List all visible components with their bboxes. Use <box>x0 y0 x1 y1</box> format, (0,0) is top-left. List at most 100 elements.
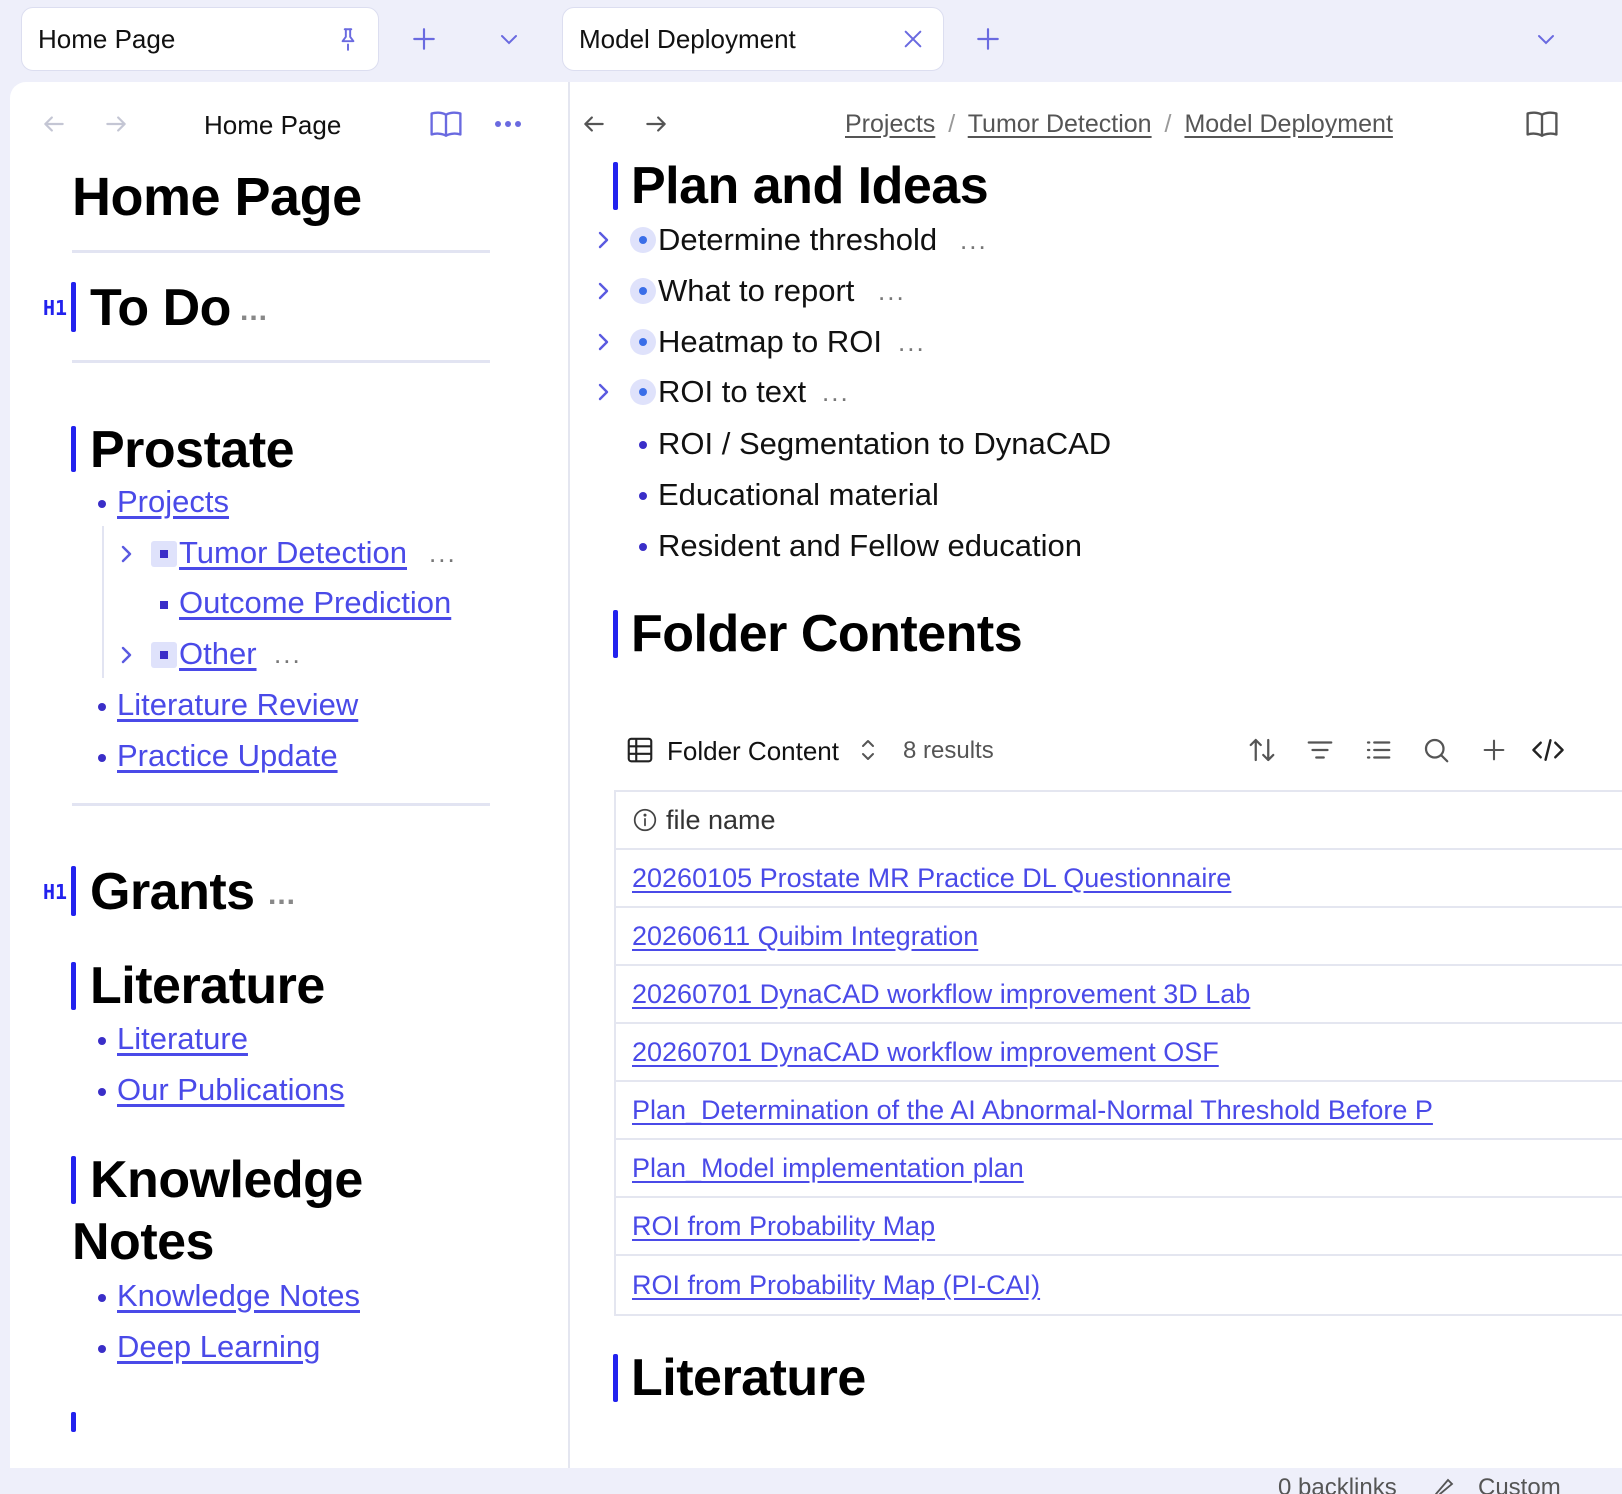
pane-title: Home Page <box>204 110 342 140</box>
link-literature[interactable]: Literature <box>117 1021 248 1057</box>
file-link[interactable]: Plan_Determination of the AI Abnormal-No… <box>632 1095 1433 1126</box>
collapsed-indicator[interactable]: ... <box>878 276 906 307</box>
expand-chevron-icon[interactable] <box>591 279 615 303</box>
pin-icon[interactable] <box>334 25 362 53</box>
back-arrow-icon[interactable] <box>574 104 614 144</box>
file-link[interactable]: ROI from Probability Map <box>632 1211 935 1242</box>
table-view-icon[interactable] <box>622 732 658 768</box>
expand-chevron-icon[interactable] <box>591 330 615 354</box>
list-bullet <box>98 703 106 711</box>
tab-model-deployment[interactable]: Model Deployment <box>562 7 944 71</box>
tab-home-page[interactable]: Home Page <box>21 7 379 71</box>
list-bullet <box>98 1088 106 1096</box>
info-icon <box>633 808 657 832</box>
add-plus-icon[interactable] <box>1476 732 1512 768</box>
link-our-publications[interactable]: Our Publications <box>117 1072 344 1108</box>
collapsed-indicator[interactable]: ... <box>240 294 268 328</box>
tab-list-chevron-icon[interactable] <box>489 19 529 59</box>
collapsed-circle-bullet <box>630 278 656 304</box>
heading-folder-contents[interactable]: Folder Contents <box>631 604 1023 664</box>
new-tab-plus-icon[interactable] <box>968 19 1008 59</box>
list-square-bullet <box>160 601 168 609</box>
new-tab-plus-icon[interactable] <box>404 19 444 59</box>
collapsed-indicator[interactable]: ... <box>268 878 296 912</box>
divider <box>72 250 490 253</box>
status-custom[interactable]: Custom <box>1478 1474 1561 1494</box>
table-row: 20260701 DynaCAD workflow improvement 3D… <box>616 966 1622 1024</box>
expand-chevron-icon[interactable] <box>591 228 615 252</box>
forward-arrow-icon[interactable] <box>96 104 136 144</box>
collapsed-indicator[interactable]: ... <box>274 639 302 670</box>
link-practice-update[interactable]: Practice Update <box>117 738 338 774</box>
tab-list-chevron-icon[interactable] <box>1526 19 1566 59</box>
filter-icon[interactable] <box>1302 732 1338 768</box>
link-literature-review[interactable]: Literature Review <box>117 687 358 723</box>
list-bullet <box>639 492 647 500</box>
collapsed-indicator[interactable]: ... <box>822 377 850 408</box>
sort-icon[interactable] <box>1244 732 1280 768</box>
properties-list-icon[interactable] <box>1360 732 1396 768</box>
heading-literature[interactable]: Literature <box>631 1348 866 1408</box>
breadcrumb-tumor-detection[interactable]: Tumor Detection <box>968 110 1152 138</box>
heading-to-do[interactable]: To Do <box>90 278 231 338</box>
breadcrumb-model-deployment[interactable]: Model Deployment <box>1184 110 1392 138</box>
link-other[interactable]: Other <box>179 636 257 672</box>
heading-grants[interactable]: Grants <box>90 862 255 922</box>
breadcrumb: Projects / Tumor Detection / Model Deplo… <box>845 110 1393 139</box>
reading-mode-book-icon[interactable] <box>426 104 466 144</box>
heading-marker <box>71 426 76 472</box>
link-projects[interactable]: Projects <box>117 484 229 520</box>
forward-arrow-icon[interactable] <box>636 104 676 144</box>
folder-content-table: file name 20260105 Prostate MR Practice … <box>614 790 1622 1316</box>
link-outcome-prediction[interactable]: Outcome Prediction <box>179 585 451 621</box>
expand-chevron-icon[interactable] <box>591 380 615 404</box>
collapsed-circle-bullet <box>630 329 656 355</box>
item-what-to-report[interactable]: What to report <box>658 273 854 309</box>
column-header-file-name[interactable]: file name <box>666 805 776 836</box>
view-switch-chevrons-icon[interactable] <box>850 732 886 768</box>
link-deep-learning[interactable]: Deep Learning <box>117 1329 320 1365</box>
edit-pencil-icon[interactable] <box>1432 1474 1456 1494</box>
breadcrumb-projects[interactable]: Projects <box>845 110 935 138</box>
status-backlinks[interactable]: 0 backlinks <box>1278 1474 1397 1494</box>
tab-label: Home Page <box>38 23 176 54</box>
item-determine-threshold[interactable]: Determine threshold <box>658 222 937 258</box>
heading-marker <box>71 1412 76 1432</box>
right-pane: Projects / Tumor Detection / Model Deplo… <box>570 82 1622 1468</box>
item-heatmap-to-roi[interactable]: Heatmap to ROI <box>658 324 882 360</box>
item-resident-fellow-education[interactable]: Resident and Fellow education <box>658 528 1082 564</box>
reading-mode-book-icon[interactable] <box>1522 104 1562 144</box>
link-tumor-detection[interactable]: Tumor Detection <box>179 535 407 571</box>
heading-marker <box>71 962 76 1010</box>
heading-plan-and-ideas[interactable]: Plan and Ideas <box>631 156 989 216</box>
left-pane: Home Page Home Page H1 To Do ... Prostat… <box>10 82 568 1468</box>
file-link[interactable]: ROI from Probability Map (PI-CAI) <box>632 1270 1040 1301</box>
heading-knowledge[interactable]: Knowledge <box>90 1150 363 1210</box>
file-link[interactable]: 20260701 DynaCAD workflow improvement 3D… <box>632 979 1250 1010</box>
collapsed-indicator[interactable]: ... <box>960 225 988 256</box>
search-icon[interactable] <box>1418 732 1454 768</box>
link-knowledge-notes[interactable]: Knowledge Notes <box>117 1278 360 1314</box>
collapsed-indicator[interactable]: ... <box>429 538 457 569</box>
close-icon[interactable] <box>899 25 927 53</box>
collapsed-square-bullet <box>151 541 177 567</box>
expand-chevron-icon[interactable] <box>114 643 138 667</box>
file-link[interactable]: Plan_Model implementation plan <box>632 1153 1024 1184</box>
table-row: 20260611 Quibim Integration <box>616 908 1622 966</box>
file-link[interactable]: 20260105 Prostate MR Practice DL Questio… <box>632 863 1231 894</box>
view-name[interactable]: Folder Content <box>667 736 839 767</box>
heading-literature[interactable]: Literature <box>90 956 325 1016</box>
heading-notes[interactable]: Notes <box>72 1212 214 1272</box>
item-educational-material[interactable]: Educational material <box>658 477 939 513</box>
back-arrow-icon[interactable] <box>34 104 74 144</box>
expand-chevron-icon[interactable] <box>114 542 138 566</box>
heading-prostate[interactable]: Prostate <box>90 420 295 480</box>
item-roi-segmentation[interactable]: ROI / Segmentation to DynaCAD <box>658 426 1111 462</box>
file-link[interactable]: 20260701 DynaCAD workflow improvement OS… <box>632 1037 1219 1068</box>
code-icon[interactable] <box>1530 732 1566 768</box>
divider <box>72 360 490 363</box>
more-options-icon[interactable] <box>488 104 528 144</box>
collapsed-indicator[interactable]: ... <box>898 327 926 358</box>
file-link[interactable]: 20260611 Quibim Integration <box>632 921 978 952</box>
item-roi-to-text[interactable]: ROI to text <box>658 374 806 410</box>
